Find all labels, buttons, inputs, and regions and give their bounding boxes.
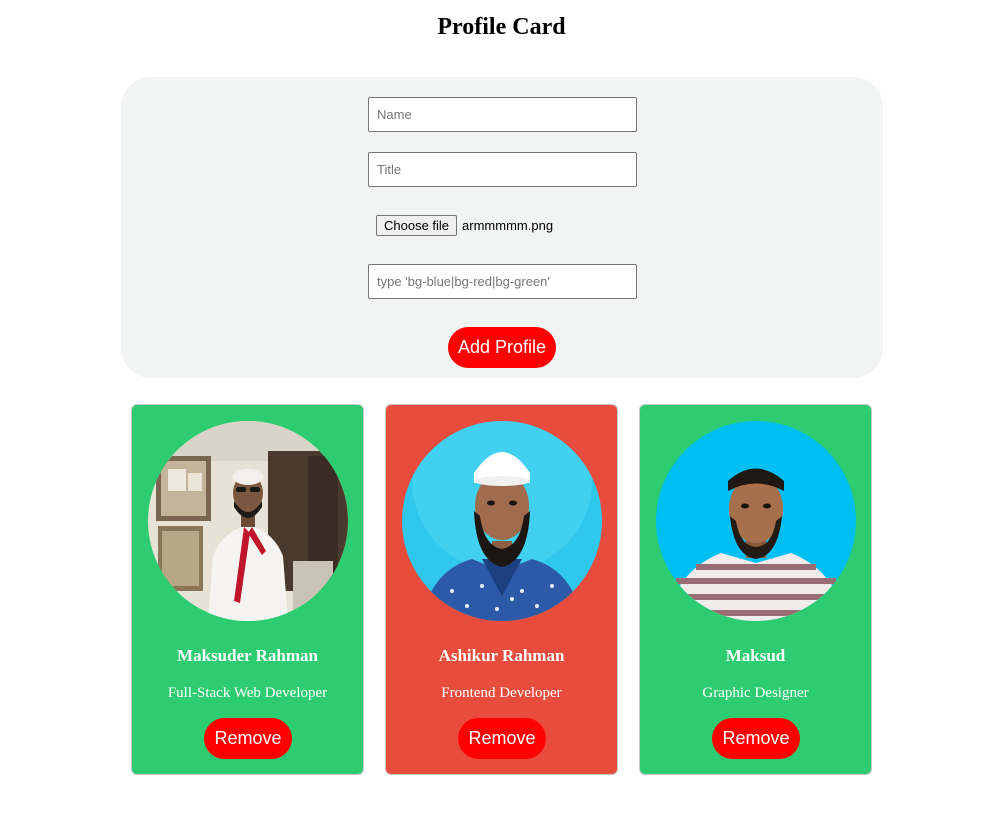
profile-card: Maksuder Rahman Full-Stack Web Developer… <box>131 404 364 775</box>
profile-card: Ashikur Rahman Frontend Developer Remove <box>385 404 618 775</box>
color-class-input[interactable] <box>368 264 637 299</box>
profile-card: Maksud Graphic Designer Remove <box>639 404 872 775</box>
profile-title: Frontend Developer <box>441 685 562 701</box>
avatar <box>402 421 602 621</box>
page-title: Profile Card <box>437 14 566 40</box>
profile-name: Ashikur Rahman <box>438 646 565 665</box>
profile-name: Maksud <box>725 646 786 665</box>
name-input[interactable] <box>368 97 637 132</box>
profile-form: Choose file armmmmm.png Add Profile <box>121 77 883 378</box>
avatar <box>148 421 348 621</box>
file-input[interactable]: Choose file armmmmm.png <box>376 215 553 236</box>
add-profile-button[interactable]: Add Profile <box>448 327 556 368</box>
remove-button[interactable]: Remove <box>204 718 292 759</box>
profile-name: Maksuder Rahman <box>177 646 318 665</box>
profile-title: Full-Stack Web Developer <box>167 685 328 701</box>
title-input[interactable] <box>368 152 637 187</box>
remove-button[interactable]: Remove <box>458 718 546 759</box>
file-name: armmmmm.png <box>462 218 554 233</box>
choose-file-button[interactable]: Choose file <box>376 215 458 236</box>
profile-title: Graphic Designer <box>702 685 809 701</box>
avatar <box>656 421 856 621</box>
remove-button[interactable]: Remove <box>712 718 800 759</box>
